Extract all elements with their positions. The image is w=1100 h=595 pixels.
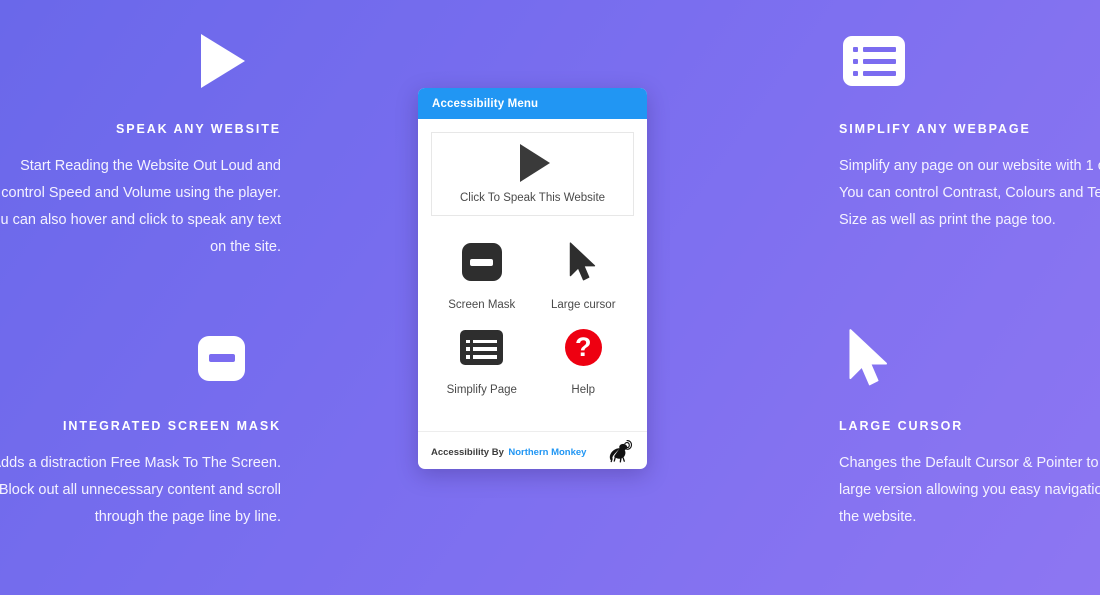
accessibility-menu-title: Accessibility Menu — [432, 97, 539, 110]
footer-attribution-prefix: Accessibility By — [431, 446, 504, 458]
page-root: SPEAK ANY WEBSITE Start Reading the Webs… — [0, 0, 1100, 595]
play-icon — [201, 34, 245, 88]
cursor-icon — [849, 329, 887, 386]
feature-mask-title: INTEGRATED SCREEN MASK — [63, 419, 281, 433]
feature-cursor-icon-wrap — [839, 327, 1100, 389]
feature-simplify-any-webpage: SIMPLIFY ANY WEBPAGE Simplify any page o… — [839, 30, 1100, 234]
feature-mask-icon-wrap — [0, 327, 281, 389]
feature-cursor-title: LARGE CURSOR — [839, 419, 964, 433]
feature-mask-body: Adds a distraction Free Mask To The Scre… — [0, 455, 281, 525]
feature-simplify-icon-wrap — [839, 30, 1100, 92]
screen-mask-icon — [461, 243, 502, 281]
simplify-page-icon — [460, 329, 504, 365]
tool-help-label: Help — [571, 384, 596, 396]
tool-simplify-page-label: Simplify Page — [446, 384, 517, 396]
tool-simplify-page-icon-wrap — [460, 323, 504, 371]
help-icon: ? — [564, 328, 602, 366]
feature-large-cursor: LARGE CURSOR Changes the Default Cursor … — [839, 327, 1100, 531]
feature-integrated-screen-mask: INTEGRATED SCREEN MASK Adds a distractio… — [0, 327, 281, 531]
tool-help[interactable]: ? Help — [533, 317, 635, 396]
accessibility-tools-grid: Screen Mask Large cursor Simplify Page ?… — [431, 232, 634, 396]
cursor-icon — [570, 242, 596, 281]
feature-cursor-body: Changes the Default Cursor & Pointer to … — [839, 455, 1100, 525]
accessibility-menu-body: Click To Speak This Website Screen Mask — [418, 119, 647, 431]
tool-help-icon-wrap: ? — [564, 323, 602, 371]
accessibility-menu-header: Accessibility Menu — [418, 88, 647, 119]
feature-speak-any-website: SPEAK ANY WEBSITE Start Reading the Webs… — [0, 30, 281, 261]
tool-screen-mask[interactable]: Screen Mask — [431, 232, 533, 311]
tool-large-cursor-icon-wrap — [566, 238, 600, 286]
feature-speak-body: Start Reading the Website Out Loud and c… — [0, 158, 281, 255]
screen-mask-icon — [198, 335, 245, 381]
play-icon — [519, 144, 550, 182]
feature-speak-icon-wrap — [0, 30, 281, 92]
accessibility-menu-panel: Accessibility Menu Click To Speak This W… — [418, 88, 647, 469]
tool-large-cursor[interactable]: Large cursor — [533, 232, 635, 311]
accessibility-menu-footer: Accessibility By Northern Monkey — [418, 431, 647, 469]
click-to-speak-label: Click To Speak This Website — [459, 192, 606, 204]
tool-screen-mask-label: Screen Mask — [448, 299, 516, 311]
tool-screen-mask-icon-wrap — [461, 238, 502, 286]
footer-brand-link[interactable]: Northern Monkey — [508, 447, 586, 458]
simplify-page-icon — [843, 36, 905, 86]
feature-simplify-body: Simplify any page on our website with 1 … — [839, 158, 1100, 228]
footer-attribution: Accessibility By Northern Monkey — [431, 442, 586, 460]
tool-simplify-page[interactable]: Simplify Page — [431, 317, 533, 396]
feature-simplify-title: SIMPLIFY ANY WEBPAGE — [839, 122, 1031, 136]
feature-speak-title: SPEAK ANY WEBSITE — [116, 122, 281, 136]
tool-large-cursor-label: Large cursor — [550, 299, 616, 311]
monkey-icon — [609, 439, 633, 463]
click-to-speak-button[interactable]: Click To Speak This Website — [431, 132, 634, 216]
